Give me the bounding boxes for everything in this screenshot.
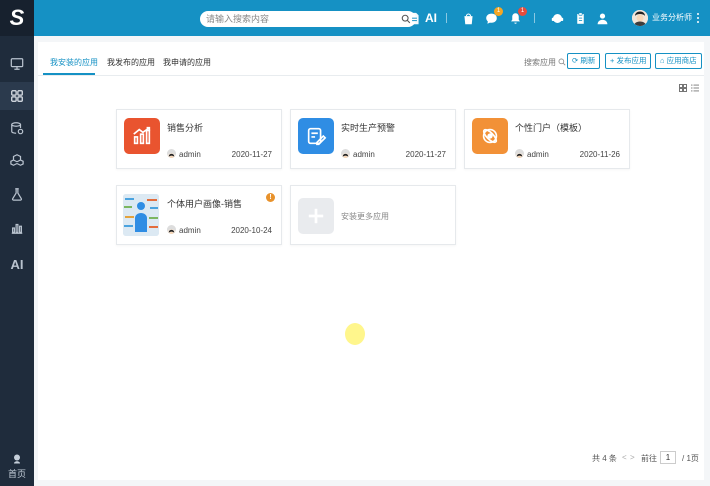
headset-icon[interactable] <box>550 11 564 25</box>
search-icon[interactable] <box>558 58 566 66</box>
install-more-label: 安装更多应用 <box>341 212 389 221</box>
divider <box>534 13 535 23</box>
mouse-cursor-highlight <box>345 323 365 345</box>
app-card[interactable]: 个体用户画像-销售 ! admin 2020-10-24 <box>116 185 282 245</box>
clipboard-icon[interactable] <box>573 11 587 25</box>
app-store-button[interactable]: ⌂ 应用商店 <box>655 53 702 69</box>
store-icon: ⌂ <box>660 56 667 65</box>
app-card[interactable]: 销售分析 admin 2020-11-27 <box>116 109 282 169</box>
user-name[interactable]: 业务分析师 <box>652 12 692 23</box>
alert-badge: 1 <box>518 7 527 16</box>
home-nav[interactable]: 首页 <box>0 453 34 480</box>
list-view-icon[interactable] <box>691 84 699 92</box>
prev-page-button[interactable]: < <box>622 453 627 462</box>
report-icon[interactable] <box>407 11 421 25</box>
tab-requested-apps[interactable]: 我申请的应用 <box>163 57 211 68</box>
avatar <box>167 149 176 158</box>
goto-label: 前往 <box>641 454 657 463</box>
top-bar: 请输入搜索内容 AI 1 1 业务分析师 <box>34 0 710 36</box>
main-panel: 我安装的应用 我发布的应用 我申请的应用 搜索应用 ⟳ 刷新 + 发布应用 ⌂ … <box>38 42 704 480</box>
pagination-total: 共 4 条 <box>592 454 617 463</box>
app-name: 个性门户（模板） <box>515 123 588 133</box>
app-owner: admin <box>527 150 549 159</box>
publish-app-button[interactable]: + 发布应用 <box>605 53 652 69</box>
more-vertical-icon[interactable] <box>696 12 700 24</box>
ai-icon[interactable]: AI <box>0 250 34 278</box>
app-date: 2020-11-26 <box>579 150 620 159</box>
sidebar: S AI 首页 <box>0 0 34 486</box>
refresh-button[interactable]: ⟳ 刷新 <box>567 53 601 69</box>
user-avatar[interactable] <box>632 10 648 26</box>
cubes-icon[interactable] <box>0 146 34 174</box>
app-name: 个体用户画像-销售 <box>167 199 242 209</box>
home-icon[interactable] <box>388 11 402 25</box>
database-icon[interactable] <box>0 114 34 142</box>
divider <box>446 13 447 23</box>
refresh-label: 刷新 <box>580 56 596 65</box>
app-date: 2020-11-27 <box>231 150 272 159</box>
app-date: 2020-11-27 <box>405 150 446 159</box>
page-count: / 1页 <box>682 454 699 463</box>
app-date: 2020-10-24 <box>231 226 272 235</box>
home-icon <box>14 454 20 464</box>
app-card[interactable]: 实时生产预警 admin 2020-11-27 <box>290 109 456 169</box>
tab-installed-apps[interactable]: 我安装的应用 <box>50 57 98 68</box>
apps-grid-icon[interactable] <box>0 82 34 110</box>
bar-chart-icon[interactable] <box>0 214 34 242</box>
warning-icon[interactable]: ! <box>266 193 275 202</box>
app-owner: admin <box>353 150 375 159</box>
tab-published-apps[interactable]: 我发布的应用 <box>107 57 155 68</box>
production-alert-icon <box>298 118 334 154</box>
app-store-label: 应用商店 <box>666 56 697 65</box>
grid-view-icon[interactable] <box>679 84 687 92</box>
user-persona-thumbnail <box>123 194 159 236</box>
app-logo[interactable]: S <box>0 0 34 36</box>
portal-template-icon <box>472 118 508 154</box>
bell-icon[interactable]: 1 <box>508 7 527 25</box>
message-badge: 1 <box>494 7 503 16</box>
app-owner: admin <box>179 226 201 235</box>
flask-icon[interactable] <box>0 180 34 208</box>
sales-analysis-icon <box>124 118 160 154</box>
app-name: 实时生产预警 <box>341 123 396 133</box>
message-icon[interactable]: 1 <box>484 7 503 25</box>
global-search-input[interactable]: 请输入搜索内容 <box>200 11 416 27</box>
search-placeholder: 请输入搜索内容 <box>206 14 270 24</box>
app-owner: admin <box>179 150 201 159</box>
avatar <box>515 149 524 158</box>
home-label: 首页 <box>7 469 26 479</box>
ai-assistant-icon[interactable]: AI <box>424 11 438 25</box>
avatar <box>167 225 176 234</box>
plus-icon <box>298 198 334 234</box>
app-card[interactable]: 个性门户（模板） admin 2020-11-26 <box>464 109 630 169</box>
page-number-input[interactable]: 1 <box>660 451 676 464</box>
monitor-icon[interactable] <box>0 50 34 78</box>
bag-icon[interactable] <box>461 11 475 25</box>
app-name: 销售分析 <box>167 123 204 133</box>
avatar <box>341 149 350 158</box>
search-app-input[interactable]: 搜索应用 <box>524 57 556 68</box>
user-icon[interactable] <box>595 11 609 25</box>
install-more-apps-card[interactable]: 安装更多应用 <box>290 185 456 245</box>
next-page-button[interactable]: > <box>630 453 635 462</box>
tab-divider <box>38 75 704 76</box>
